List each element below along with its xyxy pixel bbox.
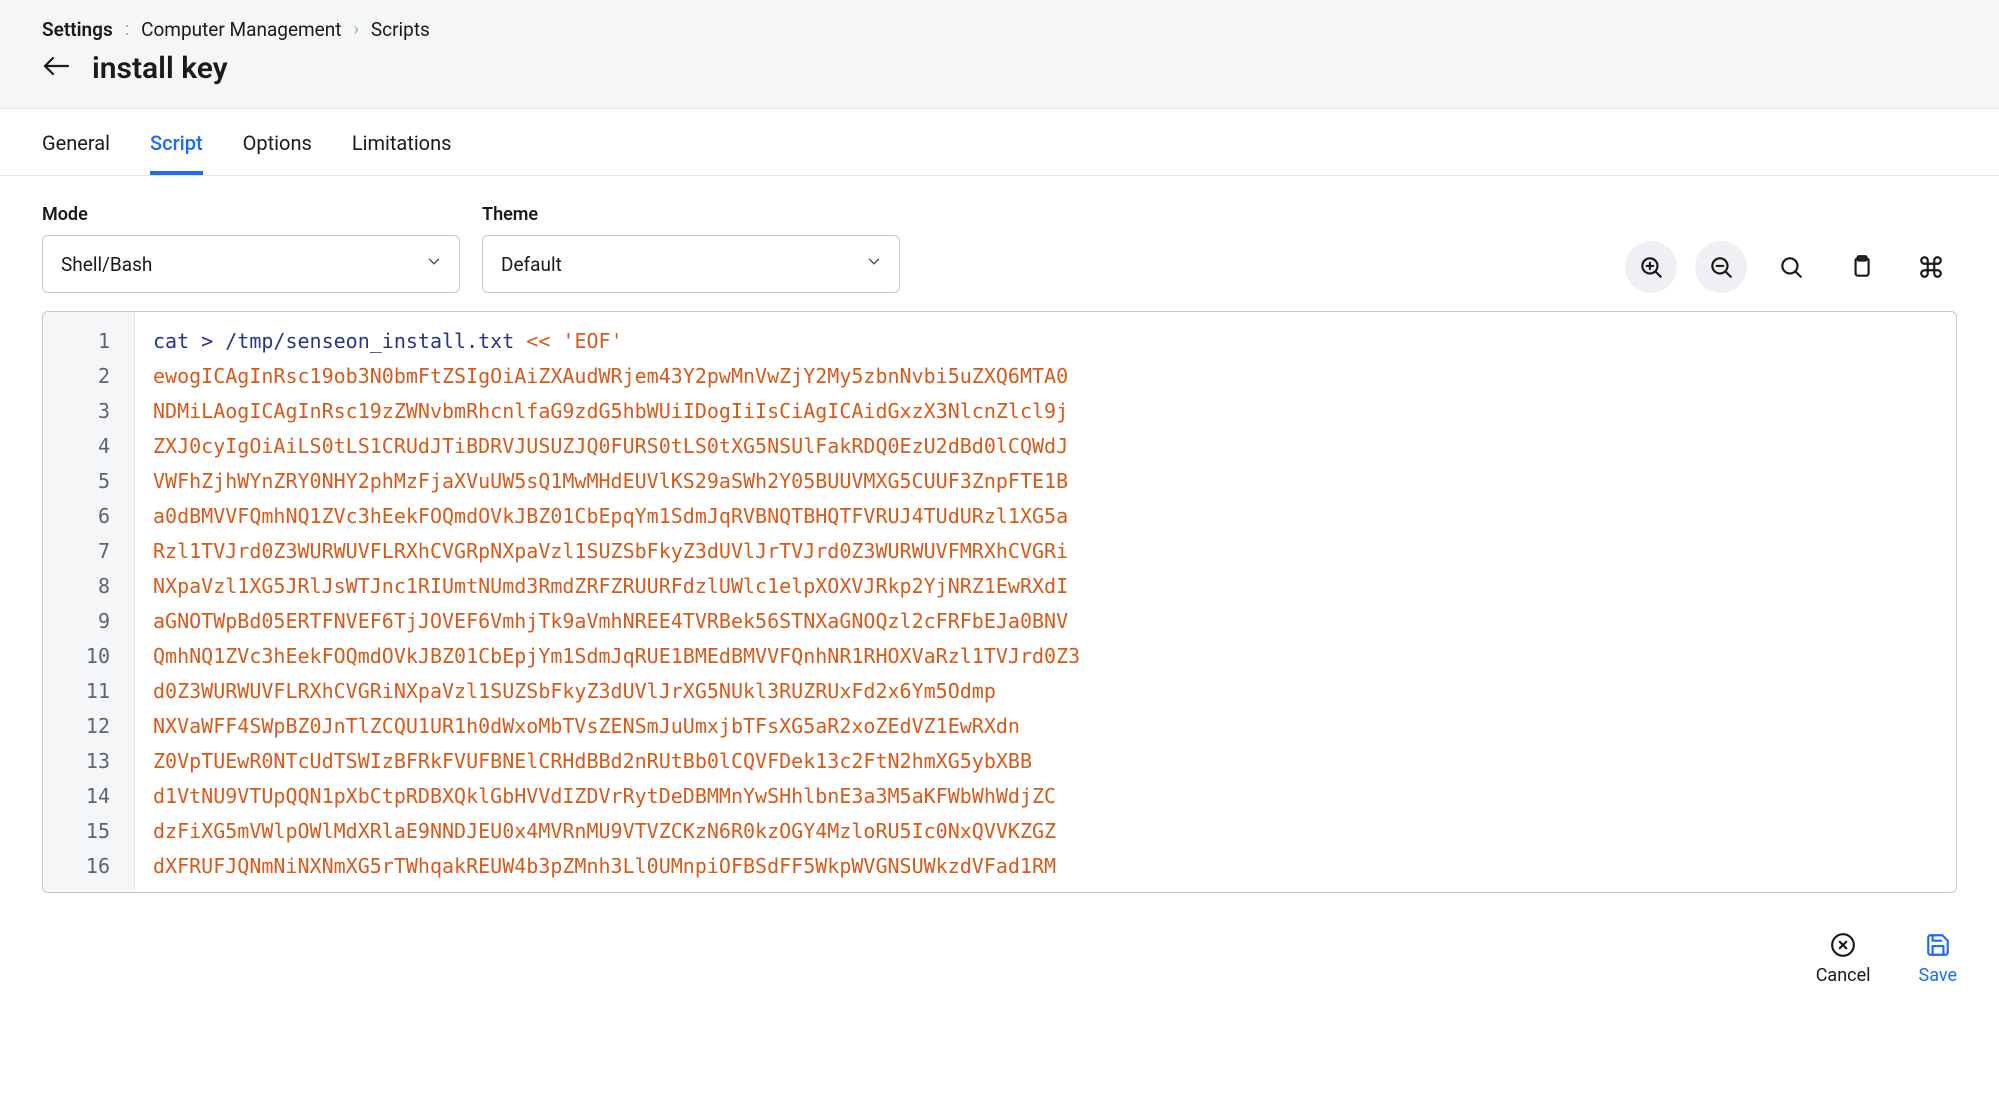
breadcrumb-root: Settings [42,18,113,41]
breadcrumb-sep-chevron: › [353,19,358,40]
mode-select[interactable]: Shell/Bash [42,235,460,293]
save-icon [1924,931,1952,959]
breadcrumb-sep-colon: : [125,19,129,40]
tabs: General Script Options Limitations [0,109,1999,176]
mode-value: Shell/Bash [61,253,152,276]
theme-label: Theme [482,204,900,225]
cancel-button[interactable]: Cancel [1816,931,1871,986]
code-content[interactable]: cat > /tmp/senseon_install.txt << 'EOF'e… [135,312,1098,892]
code-editor[interactable]: 12345678910111213141516 cat > /tmp/sense… [42,311,1957,893]
chevron-down-icon [425,253,443,276]
theme-select[interactable]: Default [482,235,900,293]
mode-label: Mode [42,204,460,225]
clipboard-icon[interactable] [1835,241,1887,293]
breadcrumb-computer-management[interactable]: Computer Management [141,18,341,41]
breadcrumb-scripts[interactable]: Scripts [371,18,430,41]
save-button[interactable]: Save [1919,931,1958,986]
zoom-out-icon[interactable] [1695,241,1747,293]
theme-value: Default [501,253,562,276]
breadcrumb: Settings : Computer Management › Scripts [42,18,1957,41]
cancel-label: Cancel [1816,965,1871,986]
line-gutter: 12345678910111213141516 [43,312,135,892]
page-title: install key [92,51,228,86]
cancel-icon [1829,931,1857,959]
chevron-down-icon [865,253,883,276]
tab-options[interactable]: Options [243,131,312,175]
command-icon[interactable] [1905,241,1957,293]
zoom-in-icon[interactable] [1625,241,1677,293]
tab-general[interactable]: General [42,131,110,175]
back-arrow-icon[interactable] [42,54,70,83]
tab-limitations[interactable]: Limitations [352,131,452,175]
save-label: Save [1919,965,1958,986]
search-icon[interactable] [1765,241,1817,293]
tab-script[interactable]: Script [150,131,203,175]
